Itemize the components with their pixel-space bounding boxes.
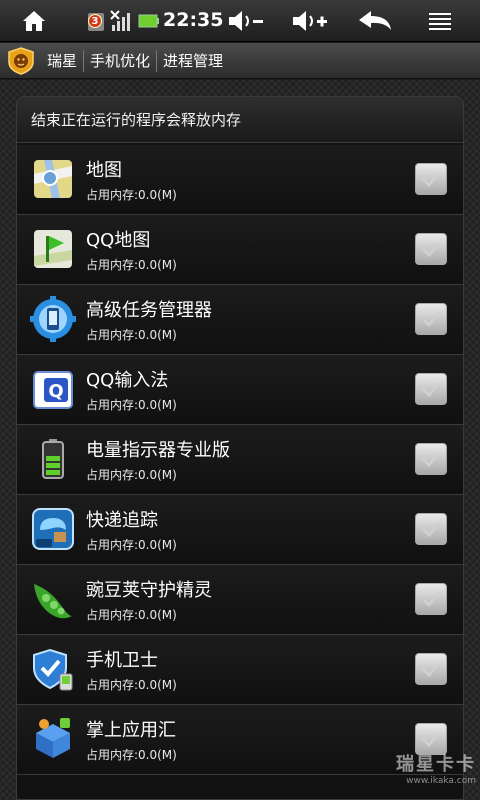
select-checkbox[interactable]	[415, 373, 447, 405]
list-item[interactable]: 电量指示器专业版 占用内存:0.0(M)	[17, 425, 463, 495]
breadcrumb-phone-optimize[interactable]: 手机优化	[84, 43, 156, 79]
status-time: 22:35	[163, 9, 224, 31]
app-memory: 占用内存:0.0(M)	[86, 678, 177, 692]
app-memory: 占用内存:0.0(M)	[86, 468, 177, 482]
app-memory: 占用内存:0.0(M)	[86, 258, 177, 272]
list-item[interactable]: QQ地图 占用内存:0.0(M)	[17, 215, 463, 285]
select-checkbox[interactable]	[415, 443, 447, 475]
watermark-url: www.ikaka.com	[406, 776, 476, 786]
panel-header: 结束正在运行的程序会释放内存	[17, 97, 463, 143]
app-name: 电量指示器专业版	[86, 440, 230, 461]
phone-guard-icon	[30, 646, 76, 692]
list-item[interactable]: 地图 占用内存:0.0(M)	[17, 145, 463, 215]
breadcrumb-rising[interactable]: 瑞星	[41, 43, 83, 79]
svg-text:Q: Q	[48, 381, 63, 402]
select-checkbox[interactable]	[415, 653, 447, 685]
select-checkbox[interactable]	[415, 583, 447, 615]
qq-input-icon: Q	[30, 366, 76, 412]
volume-up-icon[interactable]	[288, 6, 332, 36]
app-name: 高级任务管理器	[86, 300, 212, 321]
back-icon[interactable]	[354, 6, 398, 36]
status-bar: 3 22:35	[0, 0, 480, 42]
select-checkbox[interactable]	[415, 163, 447, 195]
list-item[interactable]: 快递追踪 占用内存:0.0(M)	[17, 495, 463, 565]
app-memory: 占用内存:0.0(M)	[86, 608, 177, 622]
app-store-icon	[30, 716, 76, 762]
qq-map-icon	[30, 226, 76, 272]
select-checkbox[interactable]	[415, 233, 447, 265]
app-memory: 占用内存:0.0(M)	[86, 188, 177, 202]
list-item[interactable]: 豌豆荚守护精灵 占用内存:0.0(M)	[17, 565, 463, 635]
task-manager-icon	[30, 296, 76, 342]
list-item[interactable]: 高级任务管理器 占用内存:0.0(M)	[17, 285, 463, 355]
maps-icon	[30, 156, 76, 202]
menu-icon[interactable]	[424, 6, 456, 36]
app-name: 掌上应用汇	[86, 720, 176, 741]
select-checkbox[interactable]	[415, 303, 447, 335]
app-memory: 占用内存:0.0(M)	[86, 328, 177, 342]
rising-lion-logo-icon[interactable]	[7, 46, 35, 75]
express-tracking-icon	[30, 506, 76, 552]
home-icon[interactable]	[14, 6, 54, 36]
app-memory: 占用内存:0.0(M)	[86, 398, 177, 412]
notification-badge: 3	[88, 14, 102, 28]
select-checkbox[interactable]	[415, 513, 447, 545]
app-title-bar: 瑞星 手机优化 进程管理	[0, 43, 480, 79]
battery-indicator-icon	[30, 436, 76, 482]
list-item[interactable]: 手机卫士 占用内存:0.0(M)	[17, 635, 463, 705]
app-name: QQ地图	[86, 230, 151, 251]
app-name: 豌豆荚守护精灵	[86, 580, 212, 601]
app-memory: 占用内存:0.0(M)	[86, 538, 177, 552]
battery-icon	[136, 6, 162, 36]
app-memory: 占用内存:0.0(M)	[86, 748, 177, 762]
app-name: QQ输入法	[86, 370, 169, 391]
signal-icon	[108, 6, 136, 36]
watermark-title: 瑞星卡卡	[396, 754, 476, 775]
watermark: 瑞星卡卡 www.ikaka.com	[366, 750, 476, 790]
list-item[interactable]: Q QQ输入法 占用内存:0.0(M)	[17, 355, 463, 425]
breadcrumb-process-manager: 进程管理	[163, 51, 224, 70]
app-name: 手机卫士	[86, 650, 158, 671]
process-list: 地图 占用内存:0.0(M) QQ地图 占用内存:0.0(M) 高级任务管理器 …	[17, 145, 463, 775]
volume-down-icon[interactable]	[224, 6, 268, 36]
process-panel: 结束正在运行的程序会释放内存 地图 占用内存:0.0(M) QQ地图 占用内存:…	[16, 96, 464, 800]
app-name: 地图	[86, 160, 122, 181]
app-name: 快递追踪	[86, 510, 158, 531]
wandoujia-icon	[30, 576, 76, 622]
